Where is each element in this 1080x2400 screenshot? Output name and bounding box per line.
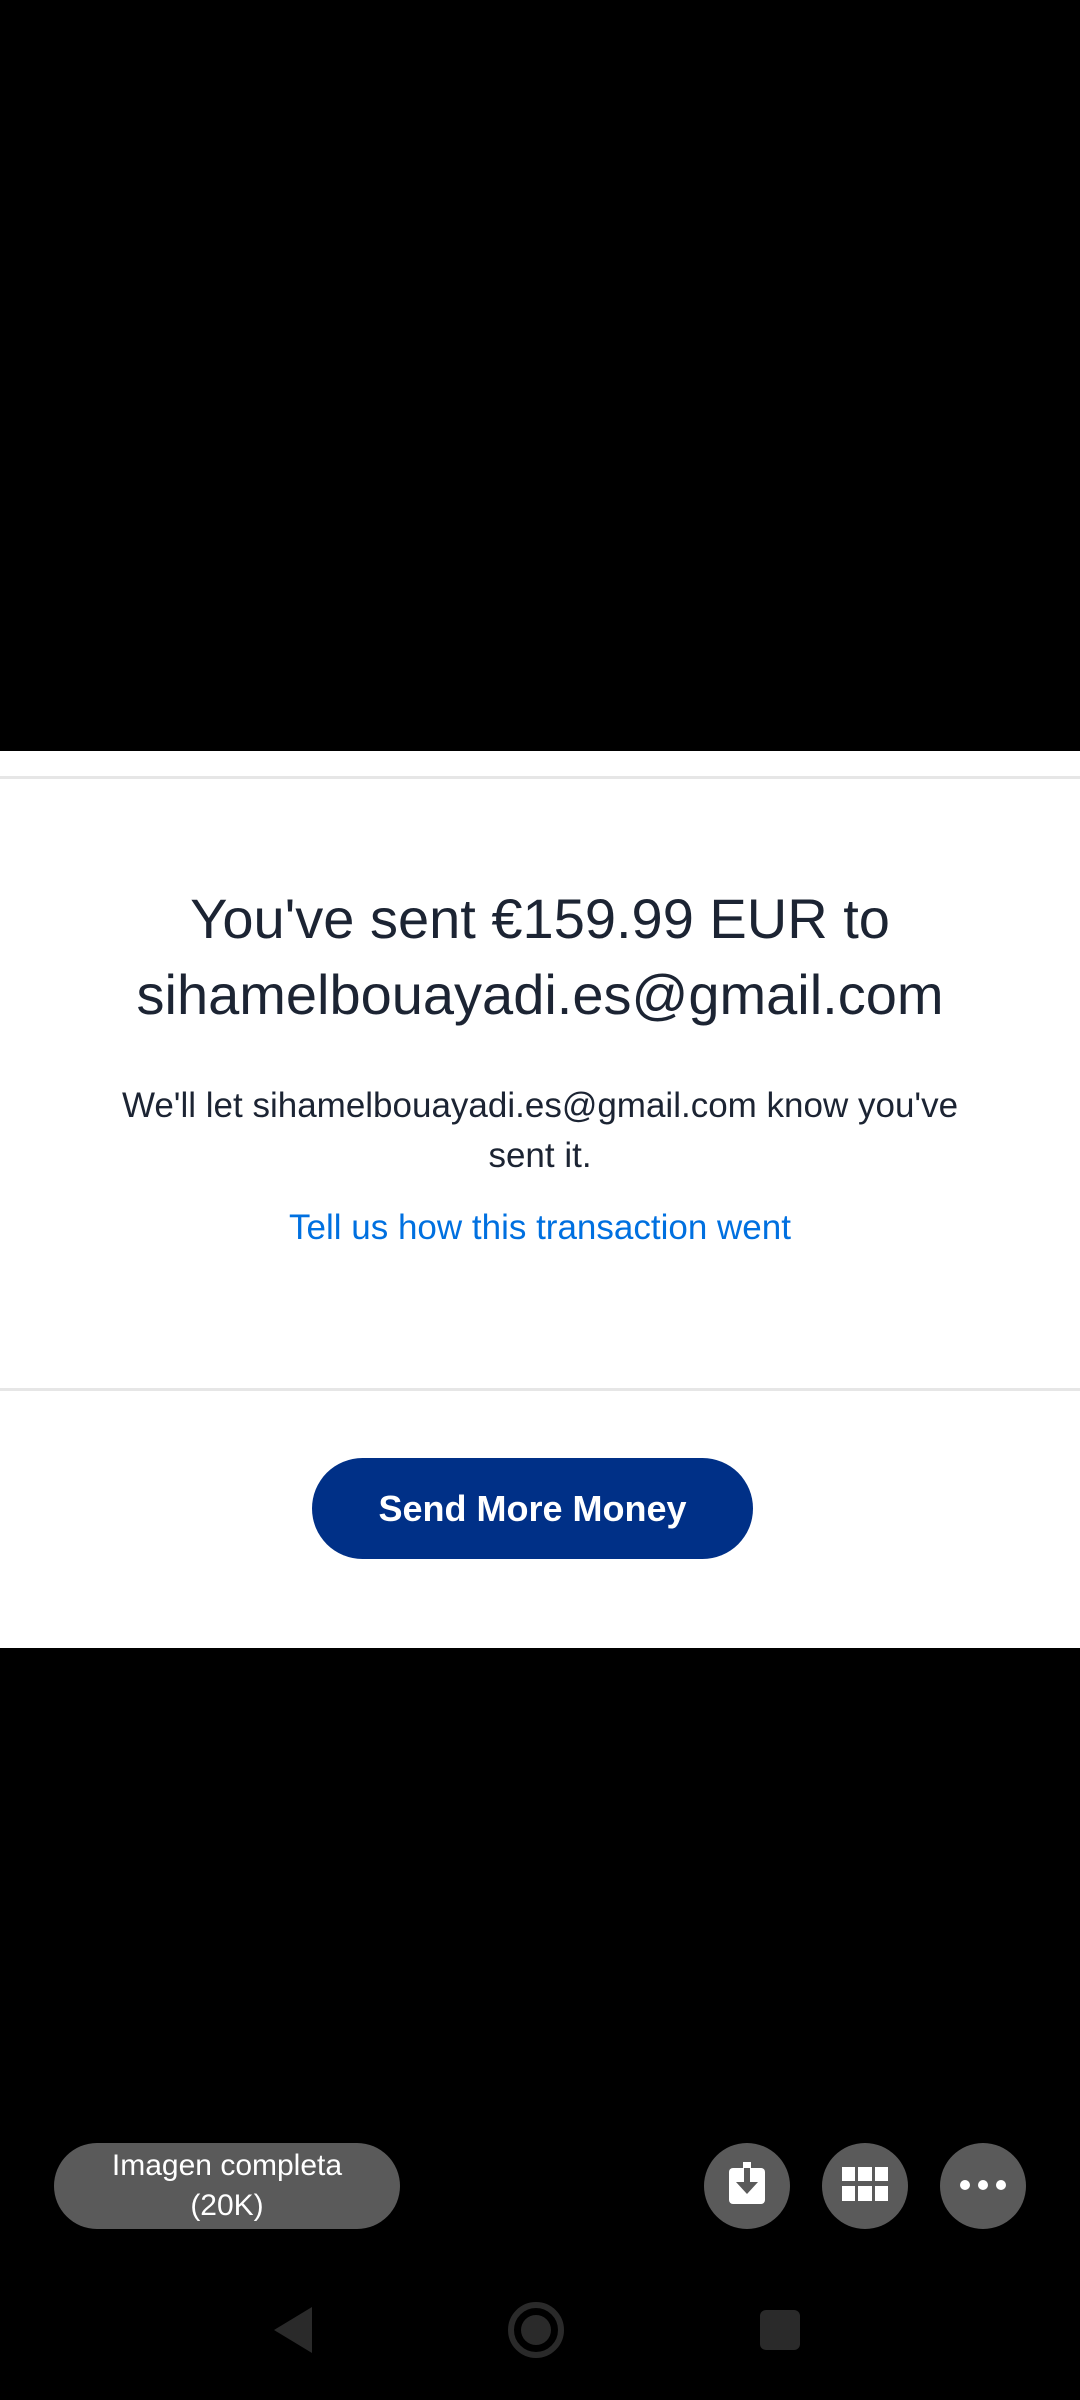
- nav-back-button[interactable]: [263, 2302, 323, 2362]
- headline-line-1: You've sent €159.99 EUR to: [190, 887, 890, 950]
- image-viewer-screen: You've sent €159.99 EUR to sihamelbouaya…: [0, 0, 1080, 2400]
- section-divider: [0, 1388, 1080, 1391]
- transaction-feedback-link[interactable]: Tell us how this transaction went: [0, 1203, 1080, 1253]
- confirmation-headline: You've sent €159.99 EUR to sihamelbouaya…: [60, 881, 1020, 1033]
- download-button[interactable]: [704, 2143, 790, 2229]
- notification-text: We'll let sihamelbouayadi.es@gmail.com k…: [60, 1081, 1020, 1181]
- more-options-button[interactable]: [940, 2143, 1026, 2229]
- nav-home-button[interactable]: [506, 2301, 566, 2364]
- back-icon: [270, 2305, 316, 2360]
- send-more-money-button[interactable]: Send More Money: [312, 1458, 753, 1559]
- top-divider: [0, 776, 1080, 779]
- chip-label: Imagen completa: [111, 2149, 343, 2182]
- nav-recents-button[interactable]: [750, 2302, 810, 2362]
- screenshot-image: You've sent €159.99 EUR to sihamelbouaya…: [0, 751, 1080, 1648]
- grid-icon: [842, 2166, 888, 2206]
- notification-line-1: We'll let sihamelbouayadi.es@gmail.com k…: [121, 1086, 959, 1125]
- chip-size: (20K): [190, 2189, 264, 2222]
- more-options-icon: [960, 2177, 1006, 2195]
- gallery-grid-button[interactable]: [822, 2143, 908, 2229]
- home-icon: [507, 2301, 565, 2364]
- recents-icon: [758, 2308, 802, 2357]
- download-icon: [727, 2161, 767, 2211]
- full-image-size-chip[interactable]: Imagen completa (20K): [54, 2143, 400, 2229]
- headline-line-2: sihamelbouayadi.es@gmail.com: [136, 963, 944, 1026]
- notification-line-2: sent it.: [488, 1136, 592, 1175]
